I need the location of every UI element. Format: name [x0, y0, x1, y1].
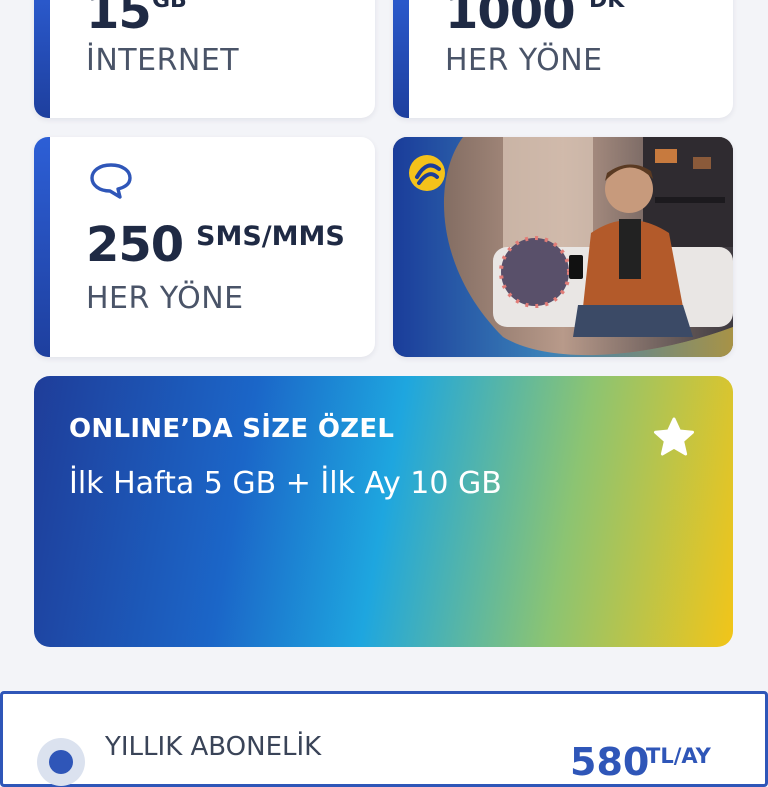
internet-package-card[interactable]: 15 GB İNTERNET	[34, 0, 375, 118]
internet-amount: 15	[86, 0, 152, 40]
subscription-price: 580	[570, 740, 650, 784]
sms-unit: SMS/MMS	[196, 221, 345, 252]
minutes-package-card[interactable]: 1000 DK HER YÖNE	[393, 0, 733, 118]
banner-text: İlk Hafta 5 GB + İlk Ay 10 GB	[69, 466, 502, 501]
minutes-unit: DK	[589, 0, 625, 13]
sms-amount: 250	[86, 217, 184, 273]
radio-selected-dot	[49, 750, 73, 774]
star-icon	[654, 417, 694, 456]
minutes-label: HER YÖNE	[445, 43, 603, 78]
minutes-amount: 1000	[445, 0, 576, 40]
promo-image-card[interactable]	[393, 137, 733, 357]
banner-title: ONLINE’DA SİZE ÖZEL	[69, 414, 395, 444]
subscription-price-unit: TL/AY	[646, 744, 711, 768]
subscription-title: YILLIK ABONELİK	[105, 732, 322, 762]
yearly-subscription-option[interactable]: YILLIK ABONELİK 580 TL/AY	[0, 691, 768, 787]
card-accent-bar	[393, 0, 409, 118]
sms-package-card[interactable]: 250 SMS/MMS HER YÖNE	[34, 137, 375, 357]
card-accent-bar	[34, 0, 50, 118]
internet-unit: GB	[152, 0, 187, 13]
sms-label: HER YÖNE	[86, 281, 244, 316]
radio-button[interactable]	[37, 738, 85, 786]
online-offer-banner[interactable]: ONLINE’DA SİZE ÖZEL İlk Hafta 5 GB + İlk…	[34, 376, 733, 647]
turkcell-logo-icon	[409, 155, 445, 191]
chat-bubble-icon	[90, 163, 132, 199]
internet-label: İNTERNET	[86, 43, 240, 78]
card-accent-bar	[34, 137, 50, 357]
